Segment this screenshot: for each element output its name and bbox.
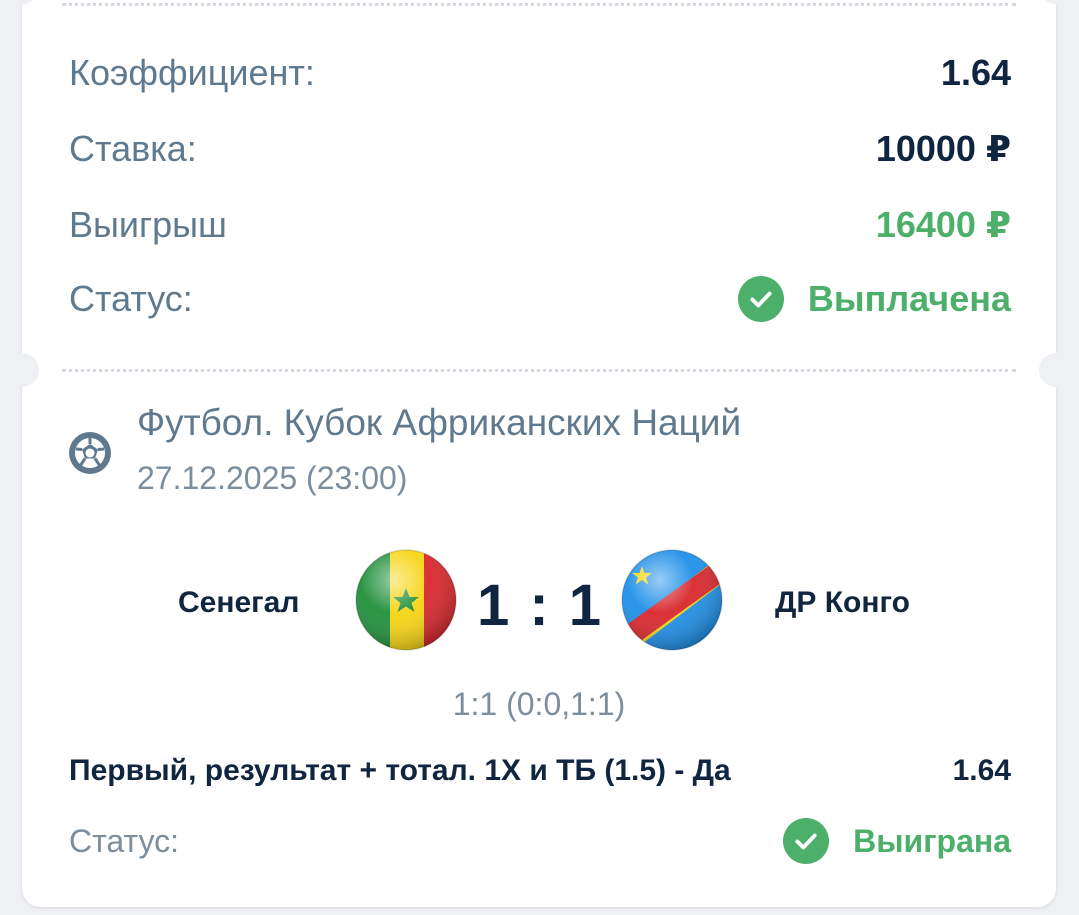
stake-value: 10000 ₽ [875, 128, 1011, 169]
coef-label: Коэффициент: [69, 52, 315, 93]
ticket-divider-top [62, 3, 1016, 6]
match-score: 1 : 1 [476, 573, 604, 638]
bet-market: Первый, результат + тотал. 1Х и ТБ (1.5)… [69, 754, 731, 787]
stake-label: Ставка: [69, 128, 197, 169]
away-team-name: ДР Конго [775, 586, 910, 619]
bet-status-value: Выиграна [853, 822, 1011, 859]
bet-odds: 1.64 [952, 754, 1011, 787]
ticket-notch-left-top [5, 0, 39, 4]
check-circle-icon [737, 276, 784, 322]
soccer-ball-icon [69, 432, 111, 474]
check-circle-icon [783, 818, 830, 864]
event-title: Футбол. Кубок Африканских Наций [137, 402, 742, 443]
bet-status: Выиграна [783, 818, 1011, 864]
score-detail: 1:1 (0:0,1:1) [452, 686, 626, 722]
win-row: Выигрыш 16400 ₽ [69, 204, 1011, 246]
win-value: 16400 ₽ [875, 204, 1011, 245]
win-label: Выигрыш [69, 204, 227, 245]
senegal-flag-icon [355, 549, 457, 651]
home-team-name: Сенегал [178, 586, 300, 619]
bet-status-row: Статус: Выиграна [69, 818, 1011, 864]
ticket-status-row: Статус: Выплачена [69, 276, 1011, 322]
ticket-notch-left [5, 353, 39, 387]
bet-market-row: Первый, результат + тотал. 1Х и ТБ (1.5)… [69, 754, 1011, 788]
stake-row: Ставка: 10000 ₽ [69, 128, 1011, 170]
ticket-status-label: Статус: [69, 278, 193, 319]
dr-congo-flag-icon [621, 549, 723, 651]
event-datetime: 27.12.2025 (23:00) [137, 460, 408, 496]
ticket-divider [62, 369, 1016, 372]
ticket-notch-right-top [1039, 0, 1073, 4]
coef-value: 1.64 [940, 52, 1011, 93]
bet-status-label: Статус: [69, 822, 180, 859]
ticket-notch-right [1039, 353, 1073, 387]
ticket-status-value: Выплачена [807, 278, 1011, 319]
coef-row: Коэффициент: 1.64 [69, 52, 1011, 94]
ticket-status: Выплачена [737, 276, 1011, 322]
